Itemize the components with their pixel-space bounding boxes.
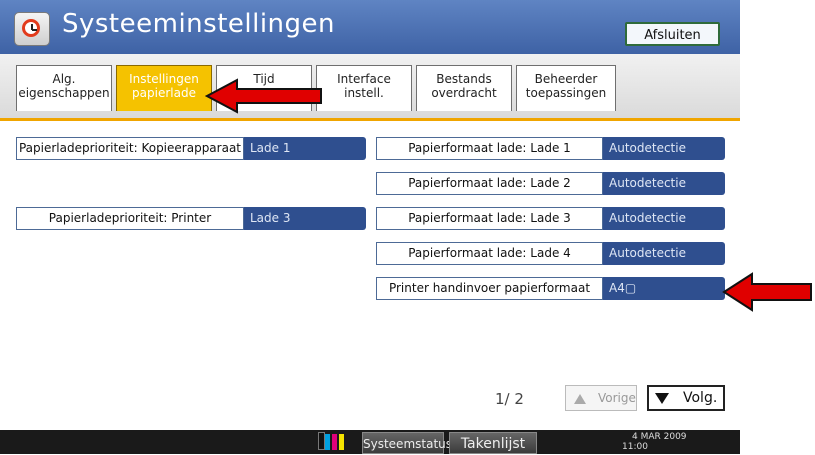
tab-label: Beheerder xyxy=(534,72,598,86)
tray-3-paper-size-button[interactable]: Papierformaat lade: Lade 3 xyxy=(376,207,603,230)
tray-2-paper-size-button[interactable]: Papierformaat lade: Lade 2 xyxy=(376,172,603,195)
toner-level-icon xyxy=(318,430,346,454)
bypass-tray-paper-size-button[interactable]: Printer handinvoer papierformaat xyxy=(376,277,603,300)
tab-label: Bestands xyxy=(436,72,492,86)
tab-administrator-tools[interactable]: Beheerder toepassingen xyxy=(516,65,616,111)
printer-tray-priority-value: Lade 3 xyxy=(244,207,366,230)
tray-1-paper-size-value: Autodetectie xyxy=(603,137,725,160)
tab-bar: Alg. eigenschappen Instellingen papierla… xyxy=(0,54,740,121)
tray-3-paper-size-value: Autodetectie xyxy=(603,207,725,230)
down-triangle-icon xyxy=(655,392,669,404)
copier-tray-priority-value: Lade 1 xyxy=(244,137,366,160)
exit-button[interactable]: Afsluiten xyxy=(625,22,720,46)
tab-label: Alg. xyxy=(52,72,76,86)
next-page-button[interactable]: Volg. xyxy=(647,385,725,411)
screen: Systeeminstellingen Afsluiten Alg. eigen… xyxy=(0,0,740,454)
title-bar: Systeeminstellingen Afsluiten xyxy=(0,0,740,54)
tab-label: Instellingen xyxy=(129,72,199,86)
up-triangle-icon xyxy=(574,393,586,404)
tab-label: overdracht xyxy=(431,86,497,100)
date-time-display: 4 MAR 2009 11:00 xyxy=(622,432,687,452)
tray-2-paper-size-value: Autodetectie xyxy=(603,172,725,195)
tab-general-features[interactable]: Alg. eigenschappen xyxy=(16,65,112,111)
tab-label: Interface xyxy=(337,72,391,86)
red-arrow-left-icon xyxy=(722,272,812,312)
copier-tray-priority-button[interactable]: Papierladeprioriteit: Kopieerapparaat xyxy=(16,137,244,160)
next-page-label: Volg. xyxy=(683,390,718,406)
red-arrow-left-icon xyxy=(205,78,322,114)
clock-settings-icon xyxy=(14,12,50,46)
tab-label: instell. xyxy=(344,86,384,100)
tray-4-paper-size-button[interactable]: Papierformaat lade: Lade 4 xyxy=(376,242,603,265)
tab-file-transfer[interactable]: Bestands overdracht xyxy=(416,65,512,111)
tab-label: toepassingen xyxy=(525,86,607,100)
previous-page-label: Vorige xyxy=(598,391,636,405)
bypass-tray-paper-size-value: A4▢ xyxy=(603,277,725,300)
previous-page-button[interactable]: Vorige xyxy=(565,385,637,411)
system-status-button[interactable]: Systeemstatus xyxy=(362,432,452,454)
tab-interface-settings[interactable]: Interface instell. xyxy=(316,65,412,111)
tab-label: eigenschappen xyxy=(18,86,110,100)
task-list-button[interactable]: Takenlijst xyxy=(449,432,537,454)
tray-1-paper-size-button[interactable]: Papierformaat lade: Lade 1 xyxy=(376,137,603,160)
page-indicator: 1∕ 2 xyxy=(495,390,524,408)
page-title: Systeeminstellingen xyxy=(62,9,336,39)
date-text: 4 MAR 2009 xyxy=(632,432,687,442)
tray-4-paper-size-value: Autodetectie xyxy=(603,242,725,265)
time-text: 11:00 xyxy=(622,442,648,452)
tab-tray-paper-settings[interactable]: Instellingen papierlade xyxy=(116,65,212,111)
tab-label: papierlade xyxy=(132,86,196,100)
printer-tray-priority-button[interactable]: Papierladeprioriteit: Printer xyxy=(16,207,244,230)
